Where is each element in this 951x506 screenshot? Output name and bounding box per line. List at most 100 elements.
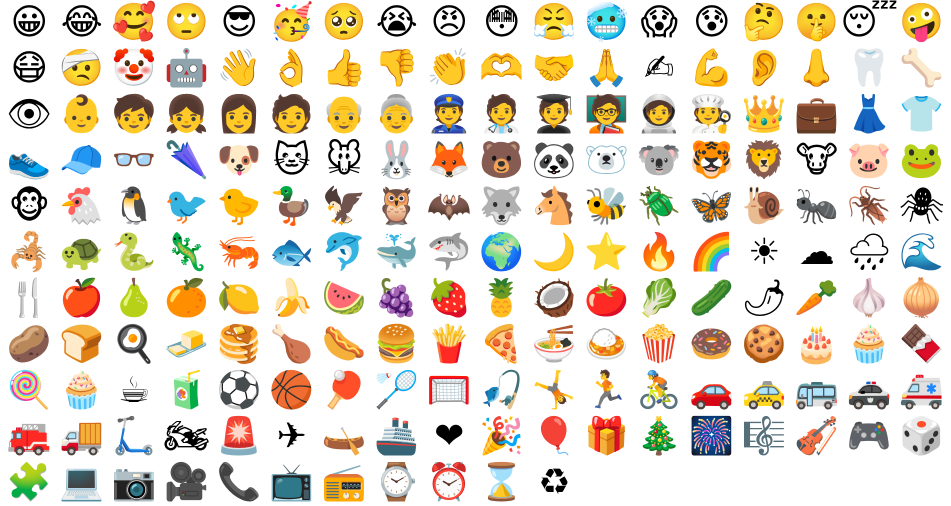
fire-engine-icon[interactable]: 🚒 [3,414,56,460]
dress-icon[interactable]: 👗 [843,92,896,138]
chocolate-bar-icon[interactable]: 🍫 [896,322,949,368]
shark-icon[interactable]: 🦈 [423,230,476,276]
bat-icon[interactable]: 🦇 [423,184,476,230]
smiling-face-with-hearts-icon[interactable]: 🥰 [108,0,161,46]
shushing-face-icon[interactable]: 🤫 [791,0,844,46]
flexed-biceps-icon[interactable]: 💪 [686,46,739,92]
beetle-icon[interactable]: 🪲 [633,184,686,230]
muffin-icon[interactable]: 🧁 [56,368,109,414]
person-cartwheeling-icon[interactable]: 🤸 [528,368,581,414]
fire-icon[interactable]: 🔥 [633,230,686,276]
kick-scooter-icon[interactable]: 🛴 [108,414,161,460]
fireworks-icon[interactable]: 🎆 [686,414,739,460]
old-man-icon[interactable]: 👴 [318,92,371,138]
angry-face-icon[interactable]: 😠 [423,0,476,46]
banana-icon[interactable]: 🍌 [266,276,319,322]
sun-icon[interactable]: ☀ [738,230,791,276]
hot-beverage-icon[interactable]: ☕ [108,368,161,414]
dolphin-icon[interactable]: 🐬 [318,230,371,276]
polar-bear-icon[interactable]: 🐻‍❄️ [581,138,634,184]
lemon-icon[interactable]: 🍋 [213,276,266,322]
cat-face-icon[interactable]: 🐱 [266,138,319,184]
potato-icon[interactable]: 🥔 [3,322,56,368]
baby-chick-icon[interactable]: 🐤 [213,184,266,230]
bird-icon[interactable]: 🐦 [161,184,214,230]
hot-dog-icon[interactable]: 🌭 [318,322,371,368]
grinning-face-icon[interactable]: 😀 [3,0,56,46]
birthday-cake-icon[interactable]: 🎂 [791,322,844,368]
whale-icon[interactable]: 🐳 [371,230,424,276]
telephone-receiver-icon[interactable]: 📞 [213,460,266,506]
nose-icon[interactable]: 👃 [791,46,844,92]
owl-icon[interactable]: 🦉 [371,184,424,230]
cupcake-icon[interactable]: 🧁 [843,322,896,368]
anxious-face-with-sweat-icon[interactable]: 😰 [686,0,739,46]
basketball-icon[interactable]: 🏀 [266,368,319,414]
face-with-tears-of-joy-icon[interactable]: 😂 [56,0,109,46]
honeybee-icon[interactable]: 🐝 [581,184,634,230]
flushed-face-icon[interactable]: 😳 [476,0,529,46]
turtle-icon[interactable]: 🐢 [56,230,109,276]
leafy-green-icon[interactable]: 🥬 [633,276,686,322]
french-fries-icon[interactable]: 🍟 [423,322,476,368]
eagle-icon[interactable]: 🦅 [318,184,371,230]
pineapple-icon[interactable]: 🍍 [476,276,529,322]
face-screaming-in-fear-icon[interactable]: 😱 [633,0,686,46]
canoe-icon[interactable]: 🛶 [318,414,371,460]
hot-pepper-icon[interactable]: 🌶 [738,276,791,322]
closed-umbrella-icon[interactable]: 🌂 [161,138,214,184]
pancakes-icon[interactable]: 🥞 [213,322,266,368]
teacher-icon[interactable]: 🧑‍🏫 [581,92,634,138]
carrot-icon[interactable]: 🥕 [791,276,844,322]
hourglass-icon[interactable]: ⌛ [476,460,529,506]
balloon-icon[interactable]: 🎈 [528,414,581,460]
goal-net-icon[interactable]: 🥅 [423,368,476,414]
rabbit-face-icon[interactable]: 🐰 [371,138,424,184]
television-icon[interactable]: 📺 [266,460,319,506]
lion-icon[interactable]: 🦁 [738,138,791,184]
briefcase-icon[interactable]: 💼 [791,92,844,138]
tooth-icon[interactable]: 🦷 [843,46,896,92]
musical-score-icon[interactable]: 🎼 [738,414,791,460]
red-apple-icon[interactable]: 🍎 [56,276,109,322]
movie-camera-icon[interactable]: 🎥 [161,460,214,506]
billed-cap-icon[interactable]: 🧢 [56,138,109,184]
tangerine-icon[interactable]: 🍊 [161,276,214,322]
steaming-bowl-icon[interactable]: 🍜 [528,322,581,368]
ship-icon[interactable]: 🚢 [371,414,424,460]
garlic-icon[interactable]: 🧄 [843,276,896,322]
thumbs-down-icon[interactable]: 👎 [371,46,424,92]
student-icon[interactable]: 🧑‍🎓 [528,92,581,138]
fox-icon[interactable]: 🦊 [423,138,476,184]
doughnut-icon[interactable]: 🍩 [686,322,739,368]
radio-icon[interactable]: 📻 [318,460,371,506]
tomato-icon[interactable]: 🍅 [581,276,634,322]
strawberry-icon[interactable]: 🍓 [423,276,476,322]
butterfly-icon[interactable]: 🦋 [686,184,739,230]
hamburger-icon[interactable]: 🍔 [371,322,424,368]
pleading-face-icon[interactable]: 🥺 [318,0,371,46]
soccer-ball-icon[interactable]: ⚽ [213,368,266,414]
eye-icon[interactable]: 👁 [3,92,56,138]
ok-hand-icon[interactable]: 👌 [266,46,319,92]
clapping-hands-icon[interactable]: 👏 [423,46,476,92]
thinking-face-icon[interactable]: 🤔 [738,0,791,46]
cucumber-icon[interactable]: 🥒 [686,276,739,322]
grapes-icon[interactable]: 🍇 [371,276,424,322]
butter-icon[interactable]: 🧈 [161,322,214,368]
glasses-icon[interactable]: 👓 [108,138,161,184]
person-biking-icon[interactable]: 🚴 [633,368,686,414]
cookie-icon[interactable]: 🍪 [738,322,791,368]
person-running-icon[interactable]: 🏃 [581,368,634,414]
astronaut-icon[interactable]: 🧑‍🚀 [633,92,686,138]
wrapped-gift-icon[interactable]: 🎁 [581,414,634,460]
police-officer-icon[interactable]: 👮 [423,92,476,138]
shrimp-icon[interactable]: 🦐 [213,230,266,276]
fish-icon[interactable]: 🐟 [266,230,319,276]
star-icon[interactable]: ⭐ [581,230,634,276]
motorcycle-icon[interactable]: 🏍 [161,414,214,460]
cook-icon[interactable]: 🧑‍🍳 [686,92,739,138]
globe-icon[interactable]: 🌍 [476,230,529,276]
person-icon[interactable]: 🧑 [266,92,319,138]
thumbs-up-icon[interactable]: 👍 [318,46,371,92]
